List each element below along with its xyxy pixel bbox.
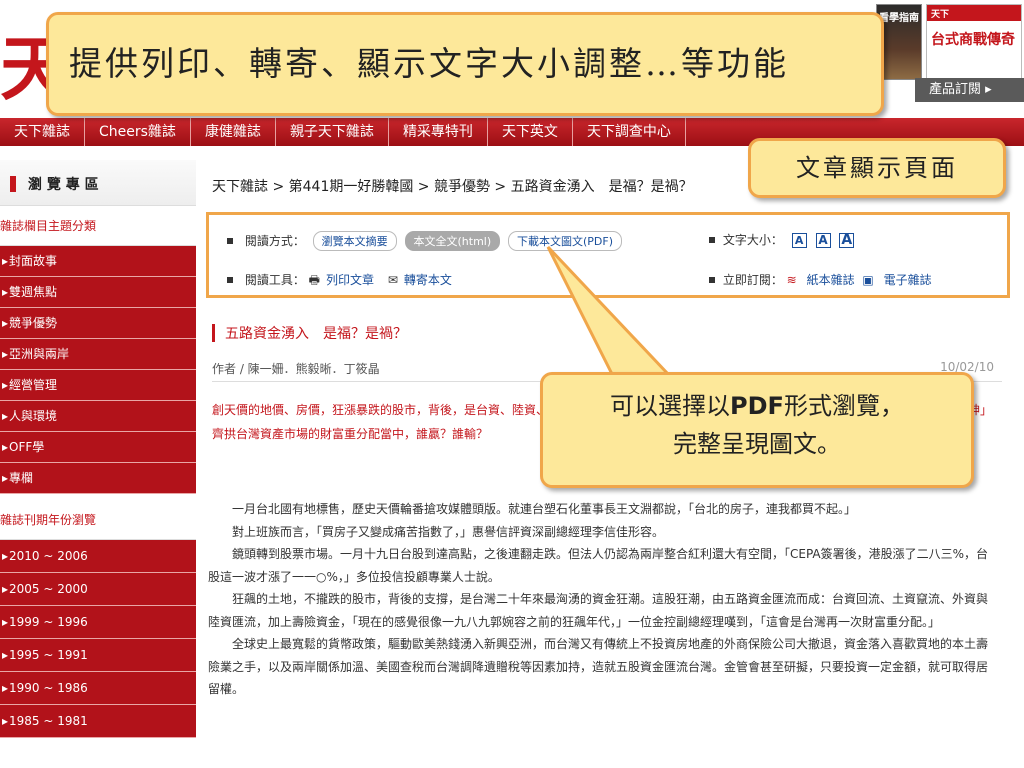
magazine-cover-2[interactable]: 天下 台式商戰傳奇 [926, 4, 1022, 80]
sidebar-item-competitive-edge[interactable]: 競爭優勢 [0, 308, 196, 339]
product-subscribe-button[interactable]: 產品訂閱 ▸ [915, 78, 1024, 102]
read-mode-label: 閱讀方式： [244, 234, 305, 248]
sidebar-item-columns[interactable]: 專欄 [0, 463, 196, 494]
subscribe-now-row: 立即訂閱： ≋ 紙本雜誌 ▣ 電子雜誌 [709, 271, 932, 288]
font-size-label: 文字大小： [722, 233, 783, 247]
chevron-right-icon: ▸ [985, 82, 992, 97]
e-magazine-link[interactable]: 電子雜誌 [884, 273, 932, 287]
nav-item-cheers[interactable]: Cheers雜誌 [85, 118, 191, 146]
read-tools-row: 閱讀工具： 🖶 列印文章 ✉ 轉寄本文 [227, 271, 452, 292]
magazine-covers: 看學指南 天下 台式商戰傳奇 [876, 0, 1024, 80]
e-magazine-icon: ▣ [862, 273, 874, 287]
sidebar-years-heading: 雜誌刊期年份瀏覽 [0, 500, 196, 540]
callout-features: 提供列印、轉寄、顯示文字大小調整…等功能 [46, 12, 884, 116]
callout-article-page: 文章顯示頁面 [748, 138, 1006, 198]
callout-pdf-text-b: PDF [730, 392, 784, 420]
bullet-square-icon [709, 277, 715, 283]
article-paragraph: 全球史上最寬鬆的貨幣政策，驅動歐美熱錢湧入新興亞洲，而台灣又有傳統上不投資房地產… [208, 637, 989, 696]
sidebar-topics-heading: 雜誌欄目主題分類 [0, 206, 196, 246]
read-mode-row: 閱讀方式： 瀏覽本文摘要 本文全文(html) 下載本文圖文(PDF) [227, 231, 622, 251]
article-body: 一月台北國有地標售，歷史天價輪番搶攻媒體頭版。就連台塑石化董事長王文淵都說，「台… [208, 498, 998, 701]
forward-link[interactable]: 轉寄本文 [404, 273, 452, 287]
read-tools-label: 閱讀工具： [244, 273, 305, 287]
sidebar-title: 瀏 覽 專 區 [0, 160, 196, 206]
mail-icon[interactable]: ✉ [388, 273, 398, 287]
font-size-large-button[interactable]: A [839, 233, 855, 248]
callout-pdf-text-c: 形式瀏覽， [783, 392, 904, 420]
sidebar-item-year-range[interactable]: 1990 ~ 1986 [0, 672, 196, 705]
sidebar-topics-list: 封面故事 雙週焦點 競爭優勢 亞洲與兩岸 經營管理 人與環境 OFF學 專欄 [0, 246, 196, 494]
bullet-square-icon [227, 277, 233, 283]
sidebar-item-year-range[interactable]: 2005 ~ 2000 [0, 573, 196, 606]
sidebar-item-year-range[interactable]: 1999 ~ 1996 [0, 606, 196, 639]
article-paragraph: 一月台北國有地標售，歷史天價輪番搶攻媒體頭版。就連台塑石化董事長王文淵都說，「台… [232, 502, 857, 516]
bullet-square-icon [709, 237, 715, 243]
sidebar-item-year-range[interactable]: 2010 ~ 2006 [0, 540, 196, 573]
sidebar: 瀏 覽 專 區 雜誌欄目主題分類 封面故事 雙週焦點 競爭優勢 亞洲與兩岸 經營… [0, 160, 196, 768]
nav-item-health[interactable]: 康健雜誌 [191, 118, 276, 146]
article-paragraph: 狂飆的土地，不攏跌的股市，背後的支撐，是台灣二十年來最洶湧的資金狂潮。這股狂潮，… [208, 592, 989, 629]
paper-magazine-icon: ≋ [786, 273, 797, 287]
breadcrumb: 天下雜誌 > 第441期一好勝韓國 > 競爭優勢 > 五路資金湧入 是福？是禍？ [212, 179, 693, 195]
sidebar-item-biweekly-focus[interactable]: 雙週焦點 [0, 277, 196, 308]
nav-item-english[interactable]: 天下英文 [488, 118, 573, 146]
callout-pdf-line-2: 完整呈現圖文。 [673, 430, 841, 458]
magazine-cover-2-masthead: 天下 [927, 5, 1021, 21]
sidebar-item-asia-cross-strait[interactable]: 亞洲與兩岸 [0, 339, 196, 370]
nav-item-cw[interactable]: 天下雜誌 [0, 118, 85, 146]
callout-pdf-line-1: 可以選擇以PDF形式瀏覽， [543, 387, 971, 425]
sidebar-years-list: 2010 ~ 2006 2005 ~ 2000 1999 ~ 1996 1995… [0, 540, 196, 738]
article-title: 五路資金湧入 是福？是禍？ [212, 323, 407, 343]
sidebar-item-people-environment[interactable]: 人與環境 [0, 401, 196, 432]
nav-item-special[interactable]: 精采專特刊 [389, 118, 488, 146]
subscribe-now-label: 立即訂閱： [722, 273, 783, 287]
article-paragraph: 對上班族而言，「買房子又變成痛苦指數了，」惠譽信評資深副總經理李信佳形容。 [232, 524, 665, 539]
font-size-medium-button[interactable]: A [815, 233, 831, 248]
article-tools-panel: 閱讀方式： 瀏覽本文摘要 本文全文(html) 下載本文圖文(PDF) 文字大小… [206, 212, 1010, 298]
sidebar-item-management[interactable]: 經營管理 [0, 370, 196, 401]
print-link[interactable]: 列印文章 [326, 273, 374, 287]
font-size-small-button[interactable]: A [791, 233, 807, 248]
sidebar-item-year-range[interactable]: 1995 ~ 1991 [0, 639, 196, 672]
nav-item-survey[interactable]: 天下調查中心 [573, 118, 686, 146]
download-pdf-button[interactable]: 下載本文圖文(PDF) [507, 231, 622, 251]
magazine-cover-2-title: 台式商戰傳奇 [931, 32, 1015, 48]
sidebar-item-off[interactable]: OFF學 [0, 432, 196, 463]
read-full-html-button[interactable]: 本文全文(html) [404, 231, 501, 251]
paper-magazine-link[interactable]: 紙本雜誌 [807, 273, 855, 287]
callout-pdf: 可以選擇以PDF形式瀏覽， 完整呈現圖文。 [540, 372, 974, 488]
read-summary-button[interactable]: 瀏覽本文摘要 [312, 231, 397, 251]
callout-pdf-text-a: 可以選擇以 [610, 392, 731, 420]
print-icon[interactable]: 🖶 [309, 273, 320, 287]
sidebar-item-year-range[interactable]: 1985 ~ 1981 [0, 705, 196, 738]
sidebar-item-cover-story[interactable]: 封面故事 [0, 246, 196, 277]
article-paragraph: 鏡頭轉到股票市場。一月十九日台股到達高點，之後連翻走跌。但法人仍認為兩岸整合紅利… [208, 547, 989, 584]
nav-item-parenting[interactable]: 親子天下雜誌 [276, 118, 389, 146]
bullet-square-icon [227, 238, 233, 244]
font-size-controls: 文字大小： A A A [709, 231, 855, 248]
product-subscribe-label: 產品訂閱 [929, 82, 982, 97]
article-authors: 作者 / 陳一姍．熊毅晰．丁筱晶 [212, 362, 380, 376]
